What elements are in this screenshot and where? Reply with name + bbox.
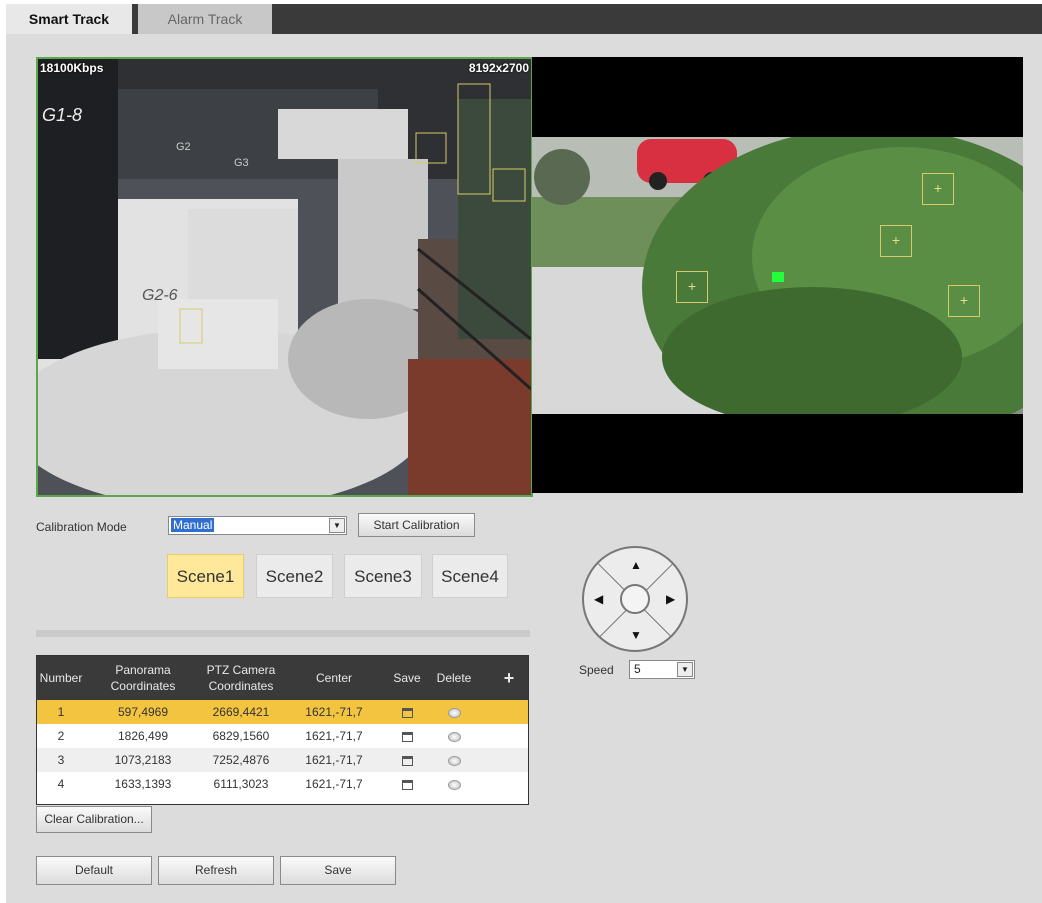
handwritten-label: G2-6 xyxy=(142,287,178,304)
scene-1-button[interactable]: Scene1 xyxy=(167,554,244,598)
row-ptz: 2669,4421 xyxy=(212,705,270,719)
row-ptz: 7252,4876 xyxy=(212,753,270,767)
row-panorama: 1826,499 xyxy=(117,729,169,743)
table-header: Number Panorama Coordinates PTZ Camera C… xyxy=(37,656,528,700)
column-ptz-line2: Coordinates xyxy=(208,679,274,693)
ptz-direction-control[interactable]: ▲ ▼ ◀ ▶ xyxy=(582,546,688,652)
delete-icon[interactable] xyxy=(429,748,479,772)
row-center: 1621,-71,7 xyxy=(305,705,363,719)
row-center: 1621,-71,7 xyxy=(305,729,363,743)
clear-calibration-button[interactable]: Clear Calibration... xyxy=(36,806,152,833)
row-number: 4 xyxy=(57,777,65,791)
save-button[interactable]: Save xyxy=(280,856,396,885)
row-panorama: 1633,1393 xyxy=(114,777,172,791)
column-ptz-line1: PTZ Camera xyxy=(206,663,276,677)
pan-up-icon[interactable]: ▲ xyxy=(630,558,642,572)
delete-icon[interactable] xyxy=(429,700,479,724)
chevron-down-icon: ▼ xyxy=(677,662,693,677)
chevron-down-icon: ▼ xyxy=(329,518,345,533)
calibration-mode-value: Manual xyxy=(171,518,215,532)
delete-icon[interactable] xyxy=(429,724,479,748)
scene-2-button[interactable]: Scene2 xyxy=(256,554,333,598)
row-ptz: 6111,3023 xyxy=(213,777,269,791)
panorama-video-view[interactable]: 18100Kbps 8192x2700 G1-8 G2-6 G2 G3 xyxy=(36,57,533,497)
table-row[interactable]: 4 1633,1393 6111,3023 1621,-71,7 xyxy=(37,772,528,796)
save-icon[interactable] xyxy=(389,700,425,724)
ptz-video-view[interactable]: + + + + xyxy=(532,57,1023,493)
calibration-marker: + xyxy=(880,225,912,257)
save-icon[interactable] xyxy=(389,772,425,796)
column-panorama-line2: Coordinates xyxy=(110,679,176,693)
row-number: 3 xyxy=(57,753,65,767)
table-row[interactable]: 3 1073,2183 7252,4876 1621,-71,7 xyxy=(37,748,528,772)
calibration-points-table: Number Panorama Coordinates PTZ Camera C… xyxy=(36,655,529,805)
column-center: Center xyxy=(315,671,353,685)
pan-down-icon[interactable]: ▼ xyxy=(630,628,642,642)
panorama-scene-image xyxy=(38,59,531,495)
column-save: Save xyxy=(393,671,421,685)
refresh-button[interactable]: Refresh xyxy=(158,856,274,885)
column-delete: Delete xyxy=(436,671,472,685)
row-panorama: 1073,2183 xyxy=(114,753,172,767)
ptz-center-button[interactable] xyxy=(620,584,650,614)
delete-icon[interactable] xyxy=(429,772,479,796)
scene-3-button[interactable]: Scene3 xyxy=(344,554,422,598)
column-ptz-coordinates: PTZ Camera Coordinates xyxy=(193,656,289,700)
pan-left-icon[interactable]: ◀ xyxy=(594,592,603,606)
tab-alarm-track[interactable]: Alarm Track xyxy=(138,4,272,34)
smart-track-panel: Smart Track Alarm Track 18100Kbps 8192x2… xyxy=(6,4,1042,903)
pan-right-icon[interactable]: ▶ xyxy=(666,592,675,606)
start-calibration-button[interactable]: Start Calibration xyxy=(358,513,475,537)
column-number: Number xyxy=(39,671,83,685)
bitrate-readout: 18100Kbps xyxy=(40,61,104,75)
calibration-marker: + xyxy=(922,173,954,205)
handwritten-label: G3 xyxy=(234,157,249,169)
calibration-mode-select[interactable]: Manual ▼ xyxy=(168,516,347,535)
section-divider xyxy=(36,630,530,637)
ptz-scene-image: + + + + xyxy=(532,137,1023,414)
tab-smart-track[interactable]: Smart Track xyxy=(6,4,132,34)
calibration-marker: + xyxy=(948,285,980,317)
row-center: 1621,-71,7 xyxy=(305,753,363,767)
add-point-plus-icon[interactable]: + xyxy=(497,656,521,700)
row-number: 2 xyxy=(57,729,65,743)
save-icon[interactable] xyxy=(389,724,425,748)
resolution-readout: 8192x2700 xyxy=(468,61,529,75)
row-panorama: 597,4969 xyxy=(117,705,169,719)
tab-bar: Smart Track Alarm Track xyxy=(6,4,1042,34)
row-center: 1621,-71,7 xyxy=(305,777,363,791)
column-panorama-line1: Panorama xyxy=(115,663,171,677)
table-row[interactable]: 2 1826,499 6829,1560 1621,-71,7 xyxy=(37,724,528,748)
speed-value: 5 xyxy=(634,662,641,676)
calibration-marker: + xyxy=(676,271,708,303)
row-ptz: 6829,1560 xyxy=(212,729,270,743)
handwritten-label: G2 xyxy=(176,141,191,153)
save-icon[interactable] xyxy=(389,748,425,772)
speed-select[interactable]: 5 ▼ xyxy=(629,660,695,679)
handwritten-label: G1-8 xyxy=(42,105,83,125)
speed-label: Speed xyxy=(579,663,614,677)
column-panorama-coordinates: Panorama Coordinates xyxy=(95,656,191,700)
default-button[interactable]: Default xyxy=(36,856,152,885)
scene-4-button[interactable]: Scene4 xyxy=(432,554,508,598)
table-row[interactable]: 1 597,4969 2669,4421 1621,-71,7 xyxy=(37,700,528,724)
row-number: 1 xyxy=(57,705,65,719)
calibration-mode-label: Calibration Mode xyxy=(36,520,127,534)
